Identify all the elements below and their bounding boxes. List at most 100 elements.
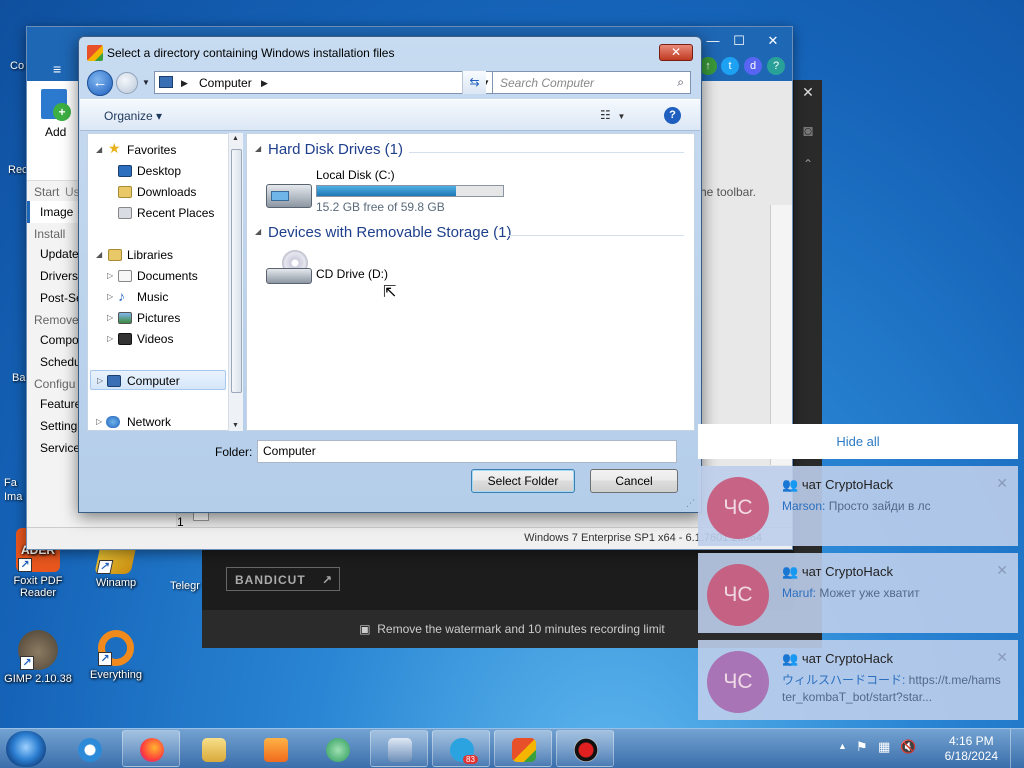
- tree-item-recent-places[interactable]: Recent Places: [88, 203, 238, 223]
- notification-card[interactable]: ЧС 👥 чат CryptoHack Marson: Просто зайди…: [698, 466, 1018, 546]
- tree-item-network[interactable]: ▷ Network: [88, 412, 238, 430]
- tree-item-videos[interactable]: ▷ Videos: [88, 329, 238, 349]
- address-bar[interactable]: ▶ Computer ▶ ▼: [154, 71, 509, 94]
- cancel-button[interactable]: Cancel: [590, 469, 678, 493]
- expand-icon[interactable]: ▷: [107, 266, 113, 286]
- address-path[interactable]: Computer: [199, 76, 252, 90]
- desktop-icon-label-partial[interactable]: Rec: [8, 164, 28, 176]
- expand-icon[interactable]: ▷: [96, 412, 102, 430]
- menu-icon[interactable]: ≡: [53, 61, 61, 77]
- close-icon[interactable]: ✕: [761, 31, 785, 51]
- cd-drive-icon[interactable]: [266, 250, 316, 284]
- folder-input[interactable]: Computer: [257, 440, 677, 463]
- select-folder-button[interactable]: Select Folder: [471, 469, 575, 493]
- desktop-icon-gimp[interactable]: ↗ GIMP 2.10.38: [0, 630, 80, 685]
- flag-icon[interactable]: ⚑: [856, 739, 868, 755]
- search-icon[interactable]: ⌕: [677, 75, 684, 90]
- tree-item-libraries[interactable]: ◢ Libraries: [88, 245, 238, 265]
- show-desktop-button[interactable]: [1010, 729, 1024, 768]
- maximize-icon[interactable]: ☐: [727, 31, 751, 51]
- tree-item-music[interactable]: ▷ ♪ Music: [88, 287, 238, 307]
- search-placeholder: Search Computer: [500, 76, 595, 90]
- desktop-icon-label: Everything: [90, 669, 142, 681]
- desktop-icon-label: Foxit PDF Reader: [13, 575, 63, 599]
- taskbar-media[interactable]: [246, 730, 304, 767]
- close-icon[interactable]: ✕: [794, 84, 822, 101]
- notification-title: 👥 чат CryptoHack: [782, 477, 894, 492]
- start-button[interactable]: [6, 731, 46, 767]
- bandicut-logo[interactable]: BANDICUT ↗: [226, 567, 340, 591]
- desktop-icon-everything[interactable]: ↗ Everything: [74, 630, 158, 681]
- expand-icon[interactable]: ▷: [107, 329, 113, 349]
- taskbar-explorer[interactable]: [184, 730, 242, 767]
- tree-item-desktop[interactable]: Desktop: [88, 161, 238, 181]
- show-hidden-icons[interactable]: ▲: [838, 741, 847, 751]
- clock[interactable]: 4:16 PM 6/18/2024: [945, 734, 998, 764]
- network-icon[interactable]: ▦: [878, 739, 890, 755]
- taskbar-telegram[interactable]: 83: [432, 730, 490, 767]
- collapse-icon[interactable]: ◢: [96, 140, 102, 160]
- close-button[interactable]: ✕: [659, 44, 693, 61]
- help-icon[interactable]: ?: [664, 107, 681, 124]
- taskbar-ie[interactable]: [60, 730, 118, 767]
- forward-button[interactable]: [116, 72, 138, 94]
- group-header-removable[interactable]: Devices with Removable Storage (1): [268, 224, 511, 241]
- scroll-up-icon[interactable]: ▲: [232, 135, 239, 142]
- tree-item-documents[interactable]: ▷ Documents: [88, 266, 238, 286]
- recent-dropdown-icon[interactable]: ▼: [142, 78, 150, 87]
- tree-item-computer[interactable]: ▷ Computer: [90, 370, 226, 390]
- change-view-button[interactable]: ☷ ▼: [600, 108, 625, 122]
- drive-name-c[interactable]: Local Disk (C:): [316, 168, 395, 182]
- close-icon[interactable]: ✕: [996, 562, 1008, 579]
- media-player-icon: [264, 738, 288, 762]
- tree-item-downloads[interactable]: Downloads: [88, 182, 238, 202]
- collapse-icon[interactable]: ◢: [255, 227, 261, 236]
- desktop-icon-label-partial[interactable]: Ba: [12, 372, 25, 384]
- volume-muted-icon[interactable]: 🔇: [900, 739, 916, 755]
- close-icon[interactable]: ✕: [996, 649, 1008, 666]
- collapse-icon[interactable]: ◢: [255, 144, 261, 153]
- taskbar-firefox[interactable]: [122, 730, 180, 767]
- chat-icon: ▣: [359, 622, 371, 636]
- notification-card[interactable]: ЧС 👥 чат CryptoHack ウィルスハードコード: https://…: [698, 640, 1018, 720]
- hdd-icon[interactable]: [266, 178, 316, 212]
- resize-grip-icon[interactable]: ⋰: [686, 498, 695, 509]
- navigation-tree: ◢ ★ Favorites Desktop Downloads Recent P…: [87, 133, 241, 431]
- taskbar-installer[interactable]: [494, 730, 552, 767]
- taskbar-bandicam[interactable]: [556, 730, 614, 767]
- help-icon[interactable]: ?: [767, 57, 785, 75]
- taskbar-dism[interactable]: [370, 730, 428, 767]
- scroll-down-icon[interactable]: ▼: [232, 422, 239, 429]
- expand-icon[interactable]: ▷: [107, 308, 113, 328]
- twitter-icon[interactable]: t: [721, 57, 739, 75]
- refresh-button[interactable]: ⇆: [462, 71, 486, 94]
- notification-card[interactable]: ЧС 👥 чат CryptoHack Maruf: Может уже хва…: [698, 553, 1018, 633]
- tree-item-pictures[interactable]: ▷ Pictures: [88, 308, 238, 328]
- group-header-hdd[interactable]: Hard Disk Drives (1): [268, 141, 403, 158]
- app-icon: [326, 738, 350, 762]
- camera-icon[interactable]: ◙: [794, 123, 822, 141]
- add-label[interactable]: Add: [45, 125, 66, 139]
- chevron-up-icon[interactable]: ⌃: [794, 157, 822, 171]
- chevron-right-icon[interactable]: ▶: [261, 78, 268, 89]
- organize-button[interactable]: Organize ▾: [104, 109, 162, 123]
- back-button[interactable]: ←: [87, 70, 113, 96]
- search-input[interactable]: Search Computer ⌕: [492, 71, 691, 94]
- taskbar-app[interactable]: [308, 730, 366, 767]
- discord-icon[interactable]: d: [744, 57, 762, 75]
- desktop-icon-label-partial[interactable]: Co: [10, 60, 24, 72]
- expand-icon[interactable]: ▷: [97, 371, 103, 391]
- drive-name-d[interactable]: CD Drive (D:): [316, 267, 388, 281]
- collapse-icon[interactable]: ◢: [96, 245, 102, 265]
- desktop-icon-label-partial[interactable]: Telegr: [170, 580, 200, 592]
- close-icon[interactable]: ✕: [996, 475, 1008, 492]
- minimize-icon[interactable]: —: [701, 31, 725, 51]
- chevron-right-icon[interactable]: ▶: [181, 78, 188, 89]
- hide-all-button[interactable]: Hide all: [698, 424, 1018, 459]
- expand-icon[interactable]: ▷: [107, 287, 113, 307]
- star-icon: ★: [108, 140, 121, 156]
- scroll-thumb[interactable]: [231, 149, 242, 393]
- tree-item-favorites[interactable]: ◢ ★ Favorites: [88, 140, 238, 160]
- tree-scrollbar[interactable]: ▲ ▼: [228, 133, 243, 431]
- desktop-icon-label-partial[interactable]: Fa Ima: [4, 476, 28, 504]
